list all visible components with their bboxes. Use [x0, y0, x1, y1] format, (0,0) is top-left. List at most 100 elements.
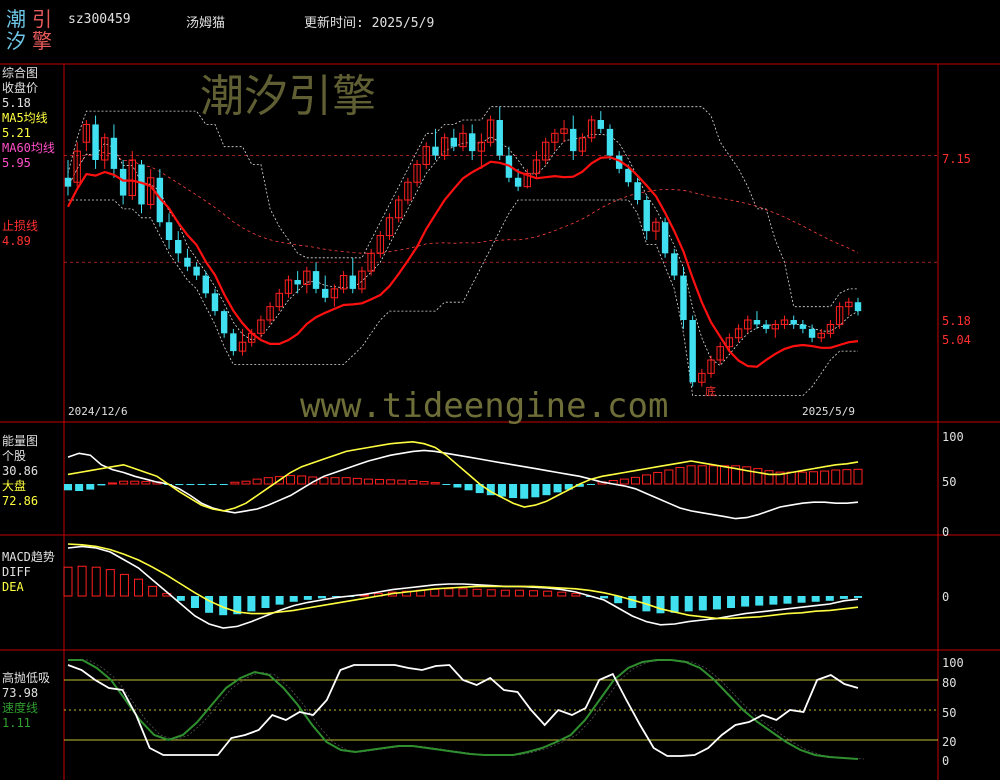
energy-bar [408, 480, 418, 485]
osc-legend: 高抛低吸 73.98 速度线 1.11 [2, 671, 50, 731]
ma60-label: MA60均线 [2, 141, 55, 155]
stop-value: 4.89 [2, 234, 31, 248]
energy-bar [831, 469, 841, 485]
macd-bar [134, 578, 144, 597]
macd-bar [148, 585, 158, 597]
brand-watermark: 潮汐引擎 [200, 71, 376, 122]
candle-body [762, 324, 770, 329]
ma5-label: MA5均线 [2, 111, 48, 125]
energy-bar [453, 484, 462, 488]
macd-bar [176, 596, 185, 601]
ma60-value: 5.95 [2, 156, 31, 170]
macd-bar [712, 596, 721, 610]
date-end: 2025/5/9 [802, 405, 855, 418]
energy-bar [108, 482, 118, 485]
energy-bar [531, 484, 540, 498]
energy-bar [230, 481, 240, 485]
macd-bar [91, 566, 101, 597]
energy-bar [697, 465, 707, 485]
candle-body [468, 133, 476, 152]
stop-label: 止损线 [2, 219, 39, 233]
energy-bar [630, 476, 640, 485]
energy-bar [619, 478, 629, 485]
macd-bar [303, 596, 312, 600]
energy-bar [497, 484, 506, 497]
energy-bar [553, 484, 562, 493]
macd-bar [811, 596, 820, 602]
energy-bar [675, 467, 685, 485]
macd-bar [261, 596, 270, 608]
energy-stock-label: 个股 [2, 449, 27, 463]
energy-bar [197, 484, 206, 485]
candle-body [175, 240, 182, 254]
candle-body [671, 253, 678, 276]
candle-body [230, 333, 237, 352]
osc-tick-50: 50 [942, 706, 957, 720]
osc-value: 73.98 [2, 686, 39, 700]
macd-dea-line [67, 543, 859, 620]
candle-body [689, 320, 696, 383]
macd-bar [275, 596, 284, 605]
energy-bar [786, 471, 796, 485]
candle-body [634, 182, 641, 200]
energy-bar [252, 478, 262, 485]
candle-body [597, 120, 605, 129]
energy-bar [219, 484, 228, 485]
candle-body [92, 124, 99, 160]
macd-bar [458, 588, 468, 597]
energy-bar [64, 484, 72, 491]
macd-bar [543, 590, 553, 597]
macd-bar [529, 590, 539, 597]
macd-bar [769, 596, 778, 605]
macd-bar [317, 596, 326, 599]
macd-bar [571, 593, 581, 597]
candle-body [184, 257, 191, 267]
energy-bar [75, 484, 84, 491]
energy-legend: 能量图 个股 30.86 大盘 72.86 [2, 434, 38, 509]
osc-speed-line [68, 659, 859, 760]
macd-bar [684, 596, 693, 612]
macd-bar [500, 589, 510, 597]
candle-body [661, 222, 669, 254]
energy-bar [130, 480, 140, 485]
energy-bar [442, 484, 451, 485]
energy-bar [419, 481, 429, 485]
close-value: 5.18 [2, 96, 31, 110]
candle-body [211, 293, 219, 312]
macd-bar [557, 591, 567, 597]
energy-bar [853, 468, 863, 485]
macd-bar [105, 569, 115, 597]
energy-tick-100: 100 [942, 430, 964, 444]
energy-bar [708, 465, 718, 485]
candle-body [808, 328, 816, 338]
macd-bar [600, 596, 609, 599]
energy-bar [119, 480, 129, 485]
energy-bar [186, 484, 195, 486]
energy-bar [686, 465, 696, 485]
macd-bar [486, 589, 496, 597]
macd-bar [656, 596, 665, 614]
energy-bar [141, 481, 151, 485]
candle-body [349, 275, 356, 289]
energy-bar [397, 479, 407, 485]
energy-tick-0: 0 [942, 525, 950, 539]
price-tick-close: 5.18 [942, 314, 971, 328]
macd-bar [825, 596, 834, 601]
energy-bar [175, 484, 184, 486]
macd-bar [698, 596, 707, 611]
candle-body [220, 311, 228, 334]
candle-body [854, 302, 862, 312]
ma5-line [67, 134, 859, 367]
energy-bar [542, 484, 551, 496]
energy-bar [352, 477, 362, 485]
candle-body [606, 128, 614, 156]
osc-title: 高抛低吸 [2, 671, 51, 685]
main-panel-title: 综合图 [2, 66, 39, 80]
energy-bar [330, 477, 340, 485]
energy-bar [386, 479, 396, 485]
candle-body [202, 275, 210, 294]
energy-bar [664, 469, 674, 485]
osc-main-line [67, 664, 859, 757]
energy-bar [464, 484, 473, 491]
candle-body [643, 200, 650, 232]
